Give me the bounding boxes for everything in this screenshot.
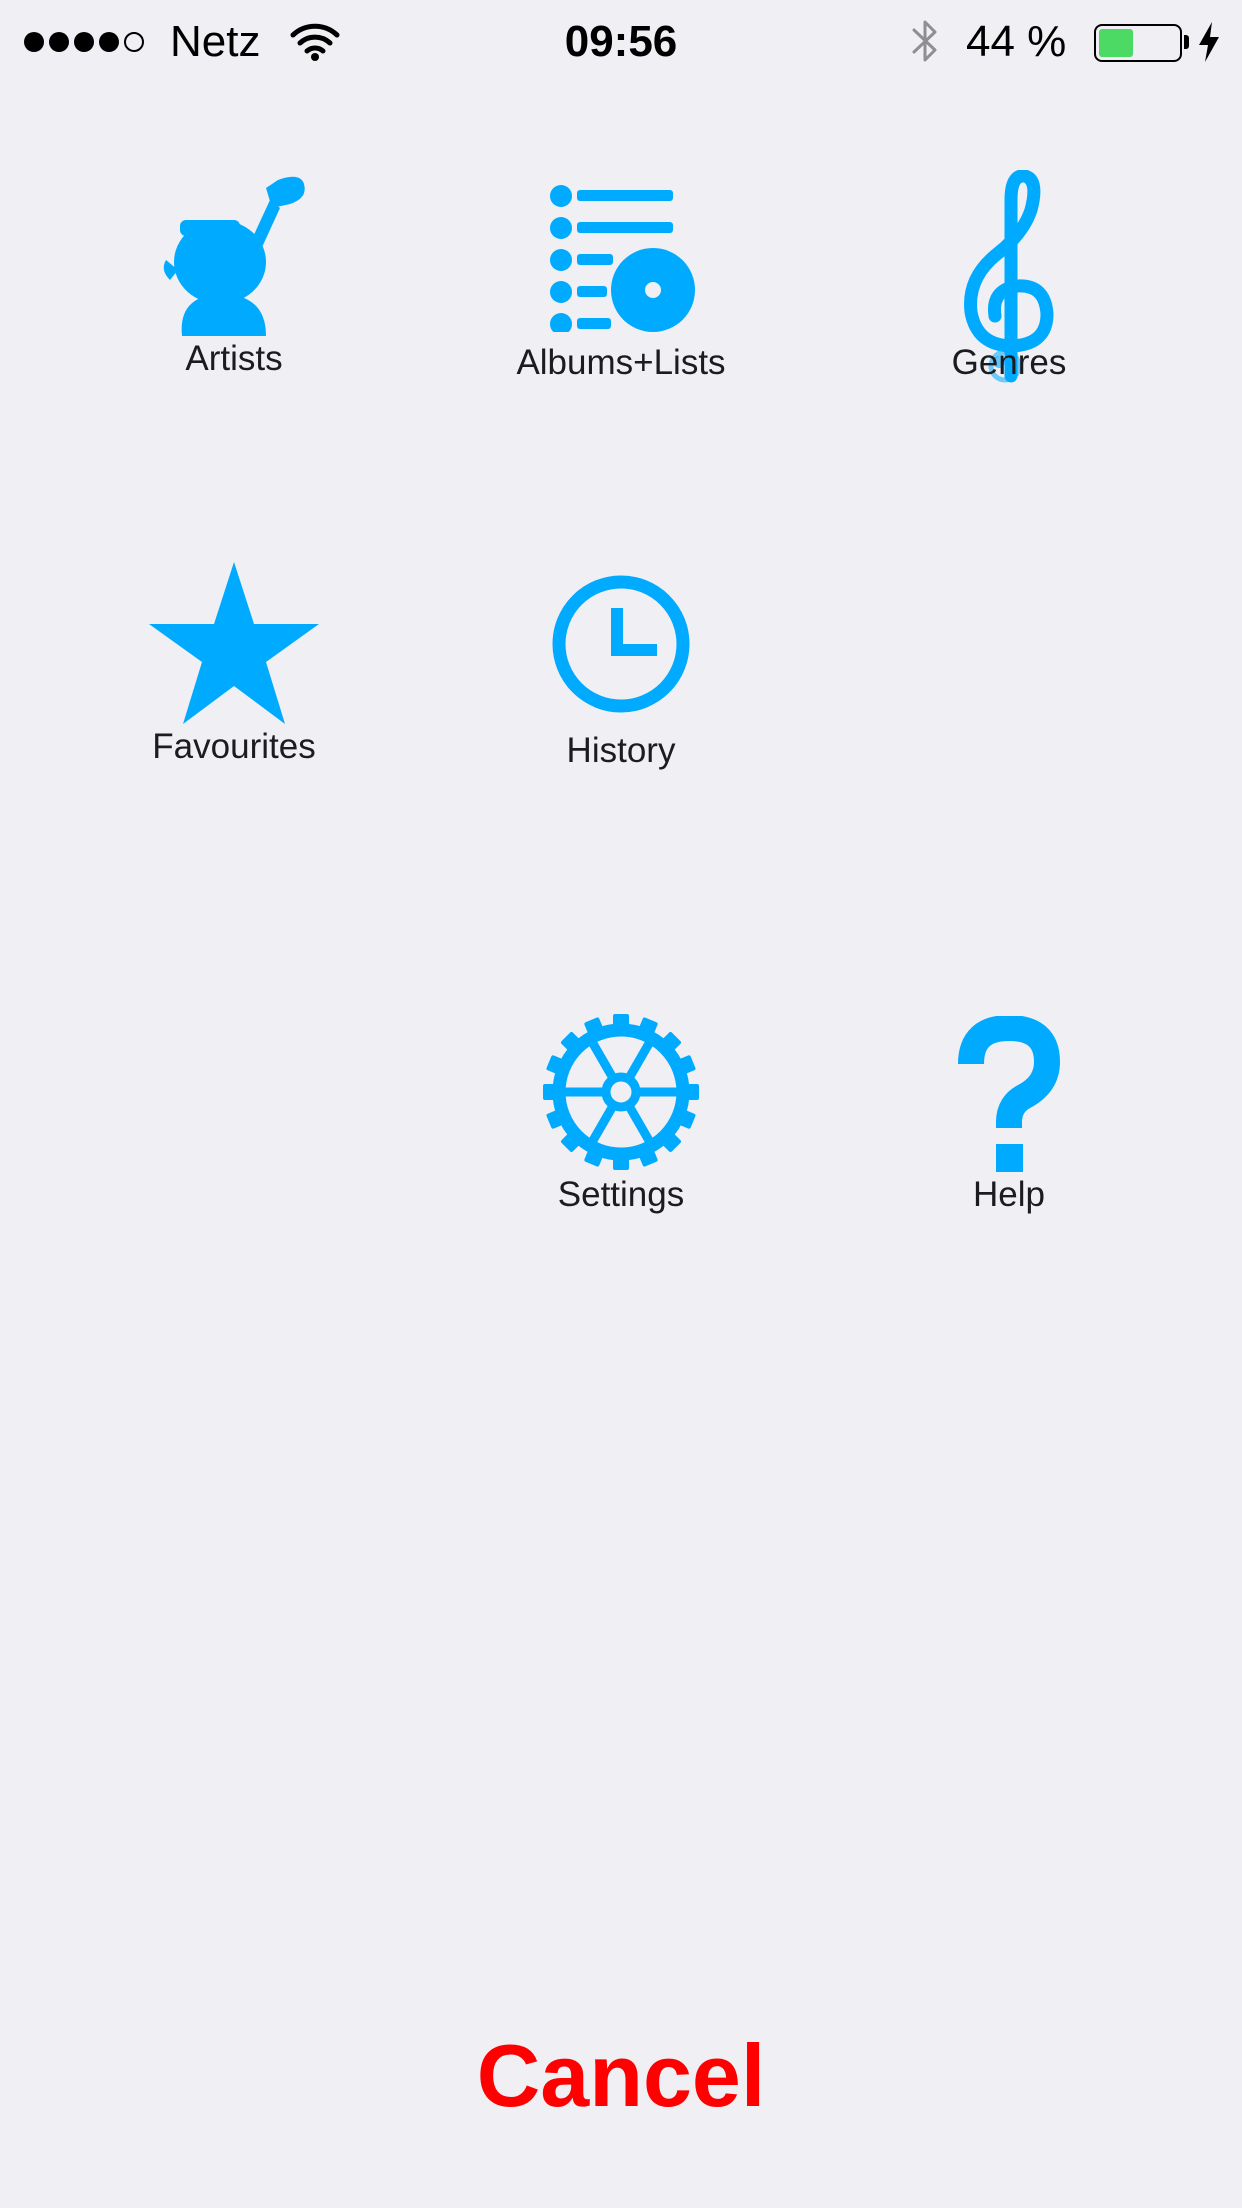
artist-gramophone-icon — [163, 176, 305, 336]
albums-list-icon — [550, 185, 695, 332]
battery-cap — [1184, 35, 1189, 49]
favourites-button[interactable]: Favourites — [84, 556, 384, 776]
question-mark-icon — [958, 1016, 1060, 1172]
battery-icon — [1094, 24, 1182, 62]
help-button[interactable]: Help — [859, 1008, 1159, 1228]
cancel-button[interactable]: Cancel — [0, 2026, 1242, 2126]
gear-tooth — [613, 1148, 629, 1170]
help-label: Help — [973, 1175, 1045, 1214]
albums-lists-button[interactable]: Albums+Lists — [471, 160, 771, 390]
charging-bolt-icon — [1199, 22, 1219, 62]
gear-tooth — [613, 1014, 629, 1036]
artists-label: Artists — [185, 339, 283, 378]
bluetooth-icon — [912, 20, 937, 62]
gear-spoke — [588, 1102, 618, 1145]
gear-icon — [543, 1014, 699, 1170]
gear-spoke — [624, 1039, 654, 1082]
gear-tooth — [543, 1084, 565, 1100]
favourites-label: Favourites — [152, 727, 316, 766]
settings-label: Settings — [557, 1175, 685, 1214]
gear-spoke — [624, 1102, 654, 1145]
battery-percentage: 44 % — [966, 17, 1067, 66]
artists-button[interactable]: Artists — [84, 160, 384, 380]
history-label: History — [566, 731, 676, 770]
genres-button[interactable]: Genres — [859, 160, 1159, 400]
status-bar: Netz 09:56 44 % — [0, 0, 1242, 84]
genres-label: Genres — [951, 343, 1067, 382]
settings-button[interactable]: Settings — [471, 1008, 771, 1228]
albums-lists-label: Albums+Lists — [516, 343, 726, 382]
clock-icon — [552, 575, 690, 713]
gear-tooth — [677, 1084, 699, 1100]
battery-level-fill — [1099, 29, 1134, 57]
star-icon — [149, 562, 319, 724]
gear-spoke — [588, 1039, 618, 1082]
history-button[interactable]: History — [471, 556, 771, 776]
